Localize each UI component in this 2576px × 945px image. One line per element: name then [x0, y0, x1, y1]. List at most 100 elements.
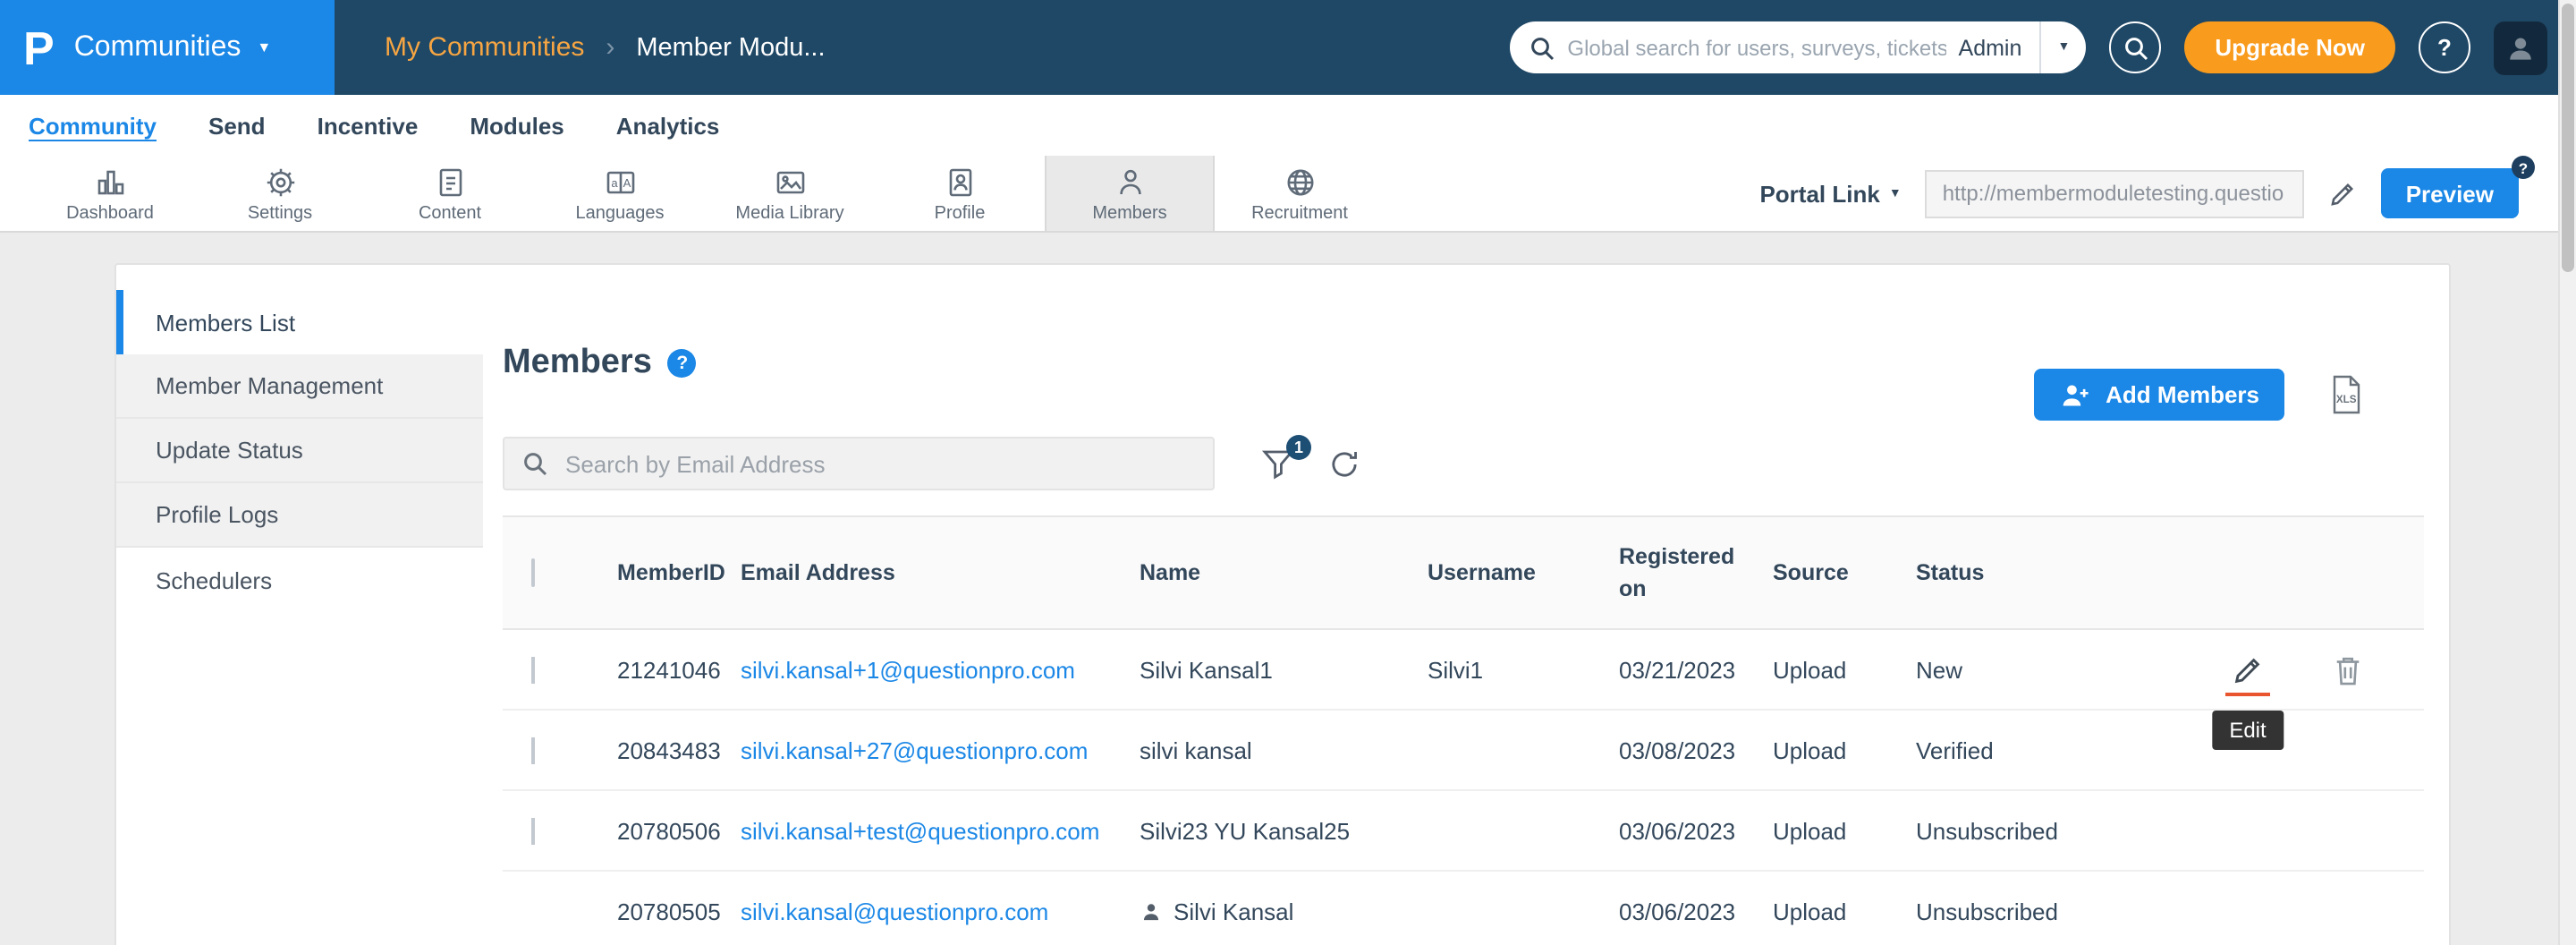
cell-status: Unsubscribed	[1916, 817, 2131, 844]
members-card: Members List Member Management Update St…	[114, 263, 2451, 945]
header-status: Status	[1916, 557, 2131, 589]
nav-item-analytics[interactable]: Analytics	[616, 112, 720, 139]
add-members-label: Add Members	[2106, 381, 2259, 408]
cell-member-id: 20780505	[617, 898, 741, 924]
module-tab-label: Dashboard	[66, 203, 154, 223]
person-icon	[1112, 164, 1148, 200]
module-tab-content[interactable]: Content	[365, 156, 535, 231]
edit-url-button[interactable]	[2327, 178, 2358, 209]
module-tab-label: Members	[1092, 203, 1166, 223]
cell-name: Silvi Kansal	[1174, 898, 1293, 924]
header-source: Source	[1773, 557, 1916, 589]
portal-link-dropdown[interactable]: Portal Link ▼	[1759, 180, 1901, 207]
module-tab-profile[interactable]: Profile	[875, 156, 1045, 231]
members-header-row: Members ? Add Members XLS	[503, 344, 2420, 430]
module-tab-label: Recruitment	[1251, 203, 1348, 223]
cell-email-link[interactable]: silvi.kansal+27@questionpro.com	[741, 736, 1088, 763]
upgrade-button[interactable]: Upgrade Now	[2184, 21, 2395, 73]
trash-icon	[2333, 652, 2363, 686]
global-search-input[interactable]	[1555, 35, 1958, 60]
row-checkbox[interactable]	[531, 817, 535, 844]
members-sidebar: Members List Member Management Update St…	[116, 290, 483, 612]
avatar[interactable]	[2494, 21, 2547, 74]
members-table: MemberID Email Address Name Username Reg…	[503, 515, 2424, 945]
search-scope-selector[interactable]: Admin	[1959, 35, 2040, 60]
member-search-box	[503, 437, 1215, 490]
module-tab-label: Media Library	[735, 203, 843, 223]
cell-name: Silvi23 YU Kansal25	[1140, 817, 1428, 844]
chevron-down-icon[interactable]: ▼	[2041, 41, 2086, 54]
sidebar-item-schedulers[interactable]: Schedulers	[116, 548, 483, 612]
app-window: P Communities ▼ My Communities › Member …	[0, 0, 2576, 945]
svg-text:a: a	[610, 175, 617, 189]
header-registered-on: Registered on	[1619, 541, 1773, 606]
delete-member-button[interactable]	[2333, 652, 2363, 686]
member-search-input[interactable]	[562, 448, 1195, 479]
module-tab-recruitment[interactable]: Recruitment	[1215, 156, 1385, 231]
portal-url-field[interactable]: http://membermoduletesting.questio	[1925, 169, 2304, 217]
global-search: Admin ▼	[1510, 21, 2086, 73]
table-row: 20843483 silvi.kansal+27@questionpro.com…	[503, 711, 2424, 791]
nav-item-send[interactable]: Send	[208, 112, 266, 139]
preview-button[interactable]: Preview	[2381, 168, 2519, 218]
cell-email-link[interactable]: silvi.kansal@questionpro.com	[741, 898, 1048, 924]
globe-icon	[1282, 164, 1318, 200]
sidebar-item-label: Members List	[156, 309, 295, 336]
members-main: Members ? Add Members XLS	[503, 265, 2420, 945]
breadcrumb-separator-icon: ›	[606, 32, 614, 63]
nav-item-community[interactable]: Community	[29, 112, 157, 139]
sidebar-item-members-list[interactable]: Members List	[116, 290, 483, 354]
cell-status: Unsubscribed	[1916, 898, 2131, 924]
sidebar-item-member-management[interactable]: Member Management	[116, 354, 483, 419]
export-xls-button[interactable]: XLS	[2329, 374, 2363, 415]
nav-item-incentive[interactable]: Incentive	[318, 112, 419, 139]
module-tab-dashboard[interactable]: Dashboard	[25, 156, 195, 231]
sidebar-item-profile-logs[interactable]: Profile Logs	[116, 483, 483, 548]
cell-email-link[interactable]: silvi.kansal+test@questionpro.com	[741, 817, 1099, 844]
topbar: P Communities ▼ My Communities › Member …	[0, 0, 2576, 95]
module-tab-media-library[interactable]: Media Library	[705, 156, 875, 231]
page-title: Members	[503, 344, 652, 383]
scrollbar-thumb[interactable]	[2562, 4, 2574, 272]
cell-source: Upload	[1773, 736, 1916, 763]
product-name: Communities	[74, 31, 242, 64]
xls-file-icon: XLS	[2329, 374, 2363, 415]
module-tab-members[interactable]: Members	[1045, 156, 1215, 231]
cell-registered-on: 03/08/2023	[1619, 736, 1773, 763]
sidebar-item-update-status[interactable]: Update Status	[116, 419, 483, 483]
hover-underline	[2225, 693, 2270, 696]
filter-button[interactable]: 1	[1261, 447, 1295, 480]
help-button[interactable]: ?	[2419, 21, 2470, 73]
gear-icon	[262, 164, 298, 200]
refresh-icon	[1327, 447, 1361, 481]
module-tab-languages[interactable]: aA Languages	[535, 156, 705, 231]
chevron-down-icon: ▼	[257, 39, 271, 55]
preview-help-badge[interactable]: ?	[2512, 156, 2535, 179]
cell-member-id: 20780506	[617, 817, 741, 844]
nav-item-modules[interactable]: Modules	[470, 112, 564, 139]
cell-name: Silvi Kansal1	[1140, 656, 1428, 683]
search-button[interactable]	[2109, 21, 2161, 73]
module-tab-settings[interactable]: Settings	[195, 156, 365, 231]
sidebar-item-label: Profile Logs	[156, 501, 278, 528]
breadcrumb-parent-link[interactable]: My Communities	[385, 32, 584, 63]
cell-status: Verified	[1916, 736, 2131, 763]
edit-member-button[interactable]: Edit	[2231, 630, 2265, 709]
row-checkbox[interactable]	[531, 656, 535, 683]
user-icon	[2504, 31, 2537, 64]
table-row: 21241046 silvi.kansal+1@questionpro.com …	[503, 630, 2424, 711]
row-actions: Edit	[2131, 630, 2424, 709]
page-scrollbar[interactable]	[2558, 0, 2576, 945]
filter-count-badge: 1	[1286, 435, 1311, 460]
module-tab-label: Settings	[248, 203, 312, 223]
table-row: 20780506 silvi.kansal+test@questionpro.c…	[503, 791, 2424, 872]
cell-username: Silvi1	[1428, 656, 1619, 683]
select-all-checkbox[interactable]	[531, 558, 535, 587]
row-checkbox[interactable]	[531, 736, 535, 763]
add-members-button[interactable]: Add Members	[2034, 369, 2284, 421]
cell-email-link[interactable]: silvi.kansal+1@questionpro.com	[741, 656, 1075, 683]
refresh-button[interactable]	[1327, 447, 1361, 481]
cell-registered-on: 03/21/2023	[1619, 656, 1773, 683]
members-help-badge[interactable]: ?	[668, 349, 697, 378]
product-switcher[interactable]: P Communities ▼	[0, 0, 335, 95]
